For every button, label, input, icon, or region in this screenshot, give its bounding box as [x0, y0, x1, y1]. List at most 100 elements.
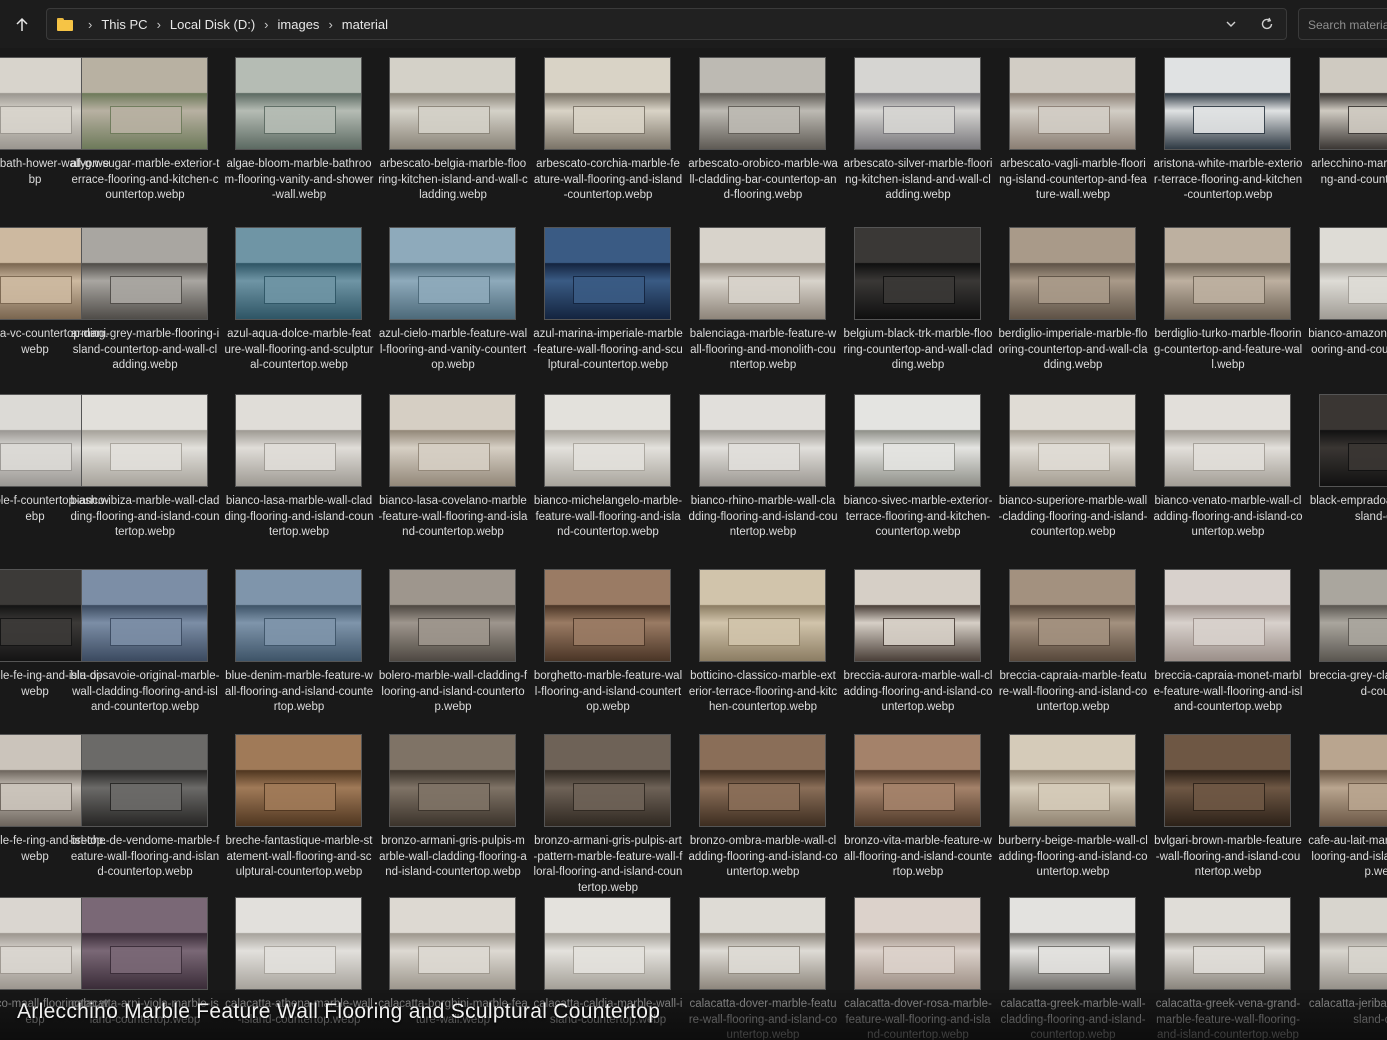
file-item[interactable]: bronzo-armani-gris-pulpis-art-pattern-ma… [533, 725, 683, 894]
file-thumbnail[interactable] [699, 569, 826, 662]
file-thumbnail[interactable] [544, 897, 671, 990]
file-item[interactable]: breccia-capraia-marble-feature-wall-floo… [998, 560, 1148, 725]
file-thumbnail[interactable] [81, 734, 208, 827]
chevron-right-icon[interactable]: › [264, 17, 268, 32]
breadcrumb-local-disk[interactable]: Local Disk (D:) [170, 17, 255, 32]
file-thumbnail[interactable] [1164, 734, 1291, 827]
file-thumbnail[interactable] [1319, 897, 1387, 990]
file-item[interactable]: afyon-sugar-marble-exterior-terrace-floo… [70, 48, 220, 213]
file-item[interactable]: breccia-aurora-marble-wall-cladding-floo… [843, 560, 993, 725]
file-thumbnail[interactable] [544, 227, 671, 320]
file-item[interactable]: armani-grey-marble-flooring-island-count… [70, 218, 220, 383]
file-thumbnail[interactable] [1164, 897, 1291, 990]
file-thumbnail[interactable] [854, 227, 981, 320]
file-item[interactable]: azul-aqua-dolce-marble-feature-wall-floo… [224, 218, 374, 383]
file-item[interactable]: bolero-marble-wall-cladding-flooring-and… [378, 560, 528, 725]
file-item[interactable]: breccia-capraia-monet-marble-feature-wal… [1153, 560, 1303, 725]
file-thumbnail[interactable] [699, 57, 826, 150]
file-item[interactable]: breccia-grey-cladding-flooland-counte [1308, 560, 1387, 725]
file-item[interactable]: black-empradoall-cladding-flisland-coun [1308, 385, 1387, 550]
file-thumbnail[interactable] [544, 394, 671, 487]
file-thumbnail[interactable] [1319, 569, 1387, 662]
file-thumbnail[interactable] [81, 57, 208, 150]
chevron-right-icon[interactable]: › [88, 17, 92, 32]
file-item[interactable]: bronzo-armani-gris-pulpis-marble-wall-cl… [378, 725, 528, 890]
file-thumbnail[interactable] [1319, 394, 1387, 487]
file-item[interactable]: berdiglio-imperiale-marble-flooring-coun… [998, 218, 1148, 383]
file-item[interactable]: burberry-beige-marble-wall-cladding-floo… [998, 725, 1148, 890]
file-thumbnail[interactable] [235, 569, 362, 662]
file-item[interactable]: bvlgari-brown-marble-feature-wall-floori… [1153, 725, 1303, 890]
file-item[interactable]: aristona-white-marble-exterior-terrace-f… [1153, 48, 1303, 213]
file-item[interactable]: bronzo-vita-marble-feature-wall-flooring… [843, 725, 993, 890]
file-item[interactable]: borghetto-marble-feature-wall-flooring-a… [533, 560, 683, 725]
file-thumbnail[interactable] [389, 57, 516, 150]
file-thumbnail[interactable] [544, 734, 671, 827]
breadcrumb-material[interactable]: material [342, 17, 388, 32]
file-thumbnail[interactable] [854, 897, 981, 990]
file-item[interactable]: algae-bloom-marble-bathroom-flooring-van… [224, 48, 374, 213]
file-thumbnail[interactable] [1009, 227, 1136, 320]
file-item[interactable]: bianco-rhino-marble-wall-cladding-floori… [688, 385, 838, 550]
file-thumbnail[interactable] [1164, 227, 1291, 320]
file-item[interactable]: blu-di-savoie-original-marble-wall-cladd… [70, 560, 220, 725]
file-thumbnail[interactable] [1009, 897, 1136, 990]
file-thumbnail[interactable] [1009, 569, 1136, 662]
file-thumbnail[interactable] [854, 394, 981, 487]
file-item[interactable]: arbescato-belgia-marble-flooring-kitchen… [378, 48, 528, 213]
file-item[interactable]: arbescato-vagli-marble-flooring-island-c… [998, 48, 1148, 213]
file-thumbnail[interactable] [1164, 57, 1291, 150]
file-thumbnail[interactable] [544, 57, 671, 150]
file-item[interactable]: arbescato-silver-marble-flooring-kitchen… [843, 48, 993, 213]
file-thumbnail[interactable] [235, 734, 362, 827]
breadcrumb-this-pc[interactable]: This PC [101, 17, 147, 32]
breadcrumb-images[interactable]: images [278, 17, 320, 32]
file-thumbnail[interactable] [389, 734, 516, 827]
file-thumbnail[interactable] [544, 569, 671, 662]
file-item[interactable]: blue-denim-marble-feature-wall-flooring-… [224, 560, 374, 725]
file-item[interactable]: azul-marina-imperiale-marble-feature-wal… [533, 218, 683, 383]
file-thumbnail[interactable] [1009, 57, 1136, 150]
file-thumbnail[interactable] [235, 394, 362, 487]
file-item[interactable]: breche-de-vendome-marble-feature-wall-fl… [70, 725, 220, 890]
file-item[interactable]: bianco-lasa-marble-wall-cladding-floorin… [224, 385, 374, 550]
file-item[interactable]: bronzo-ombra-marble-wall-cladding-floori… [688, 725, 838, 890]
file-item[interactable]: arbescato-corchia-marble-feature-wall-fl… [533, 48, 683, 213]
file-item[interactable]: breche-fantastique-marble-statement-wall… [224, 725, 374, 890]
file-thumbnail[interactable] [699, 897, 826, 990]
file-item[interactable]: arlecchino-marble-wall-flooring-and-coun… [1308, 48, 1387, 213]
file-thumbnail[interactable] [389, 897, 516, 990]
file-thumbnail[interactable] [235, 227, 362, 320]
file-thumbnail[interactable] [235, 897, 362, 990]
file-item[interactable]: cafe-au-lait-marble-cladding-flooring-an… [1308, 725, 1387, 890]
file-thumbnail[interactable] [235, 57, 362, 150]
file-thumbnail[interactable] [389, 227, 516, 320]
file-thumbnail[interactable] [854, 569, 981, 662]
file-thumbnail[interactable] [1164, 394, 1291, 487]
file-thumbnail[interactable] [1319, 227, 1387, 320]
file-item[interactable]: bianco-amazonico-cladding-flooring-and-c… [1308, 218, 1387, 383]
refresh-icon[interactable] [1260, 17, 1274, 31]
file-item[interactable]: belgium-black-trk-marble-flooring-counte… [843, 218, 993, 383]
file-thumbnail[interactable] [699, 734, 826, 827]
file-thumbnail[interactable] [699, 394, 826, 487]
file-item[interactable]: bianco-ibiza-marble-wall-cladding-floori… [70, 385, 220, 550]
file-thumbnail[interactable] [81, 394, 208, 487]
address-bar[interactable]: › This PC › Local Disk (D:) › images › m… [46, 8, 1287, 40]
file-thumbnail[interactable] [1009, 394, 1136, 487]
file-item[interactable]: bianco-superiore-marble-wall-cladding-fl… [998, 385, 1148, 550]
file-thumbnail[interactable] [81, 897, 208, 990]
file-item[interactable]: bianco-lasa-covelano-marble-feature-wall… [378, 385, 528, 550]
file-item[interactable]: bianco-venato-marble-wall-cladding-floor… [1153, 385, 1303, 550]
file-thumbnail[interactable] [81, 227, 208, 320]
chevron-right-icon[interactable]: › [157, 17, 161, 32]
file-thumbnail[interactable] [1319, 57, 1387, 150]
chevron-down-icon[interactable] [1224, 17, 1238, 31]
file-item[interactable]: bianco-sivec-marble-exterior-terrace-flo… [843, 385, 993, 550]
file-thumbnail[interactable] [1009, 734, 1136, 827]
file-thumbnail[interactable] [389, 569, 516, 662]
file-thumbnail[interactable] [699, 227, 826, 320]
file-thumbnail[interactable] [1164, 569, 1291, 662]
chevron-right-icon[interactable]: › [328, 17, 332, 32]
file-item[interactable]: berdiglio-turko-marble-flooring-countert… [1153, 218, 1303, 383]
